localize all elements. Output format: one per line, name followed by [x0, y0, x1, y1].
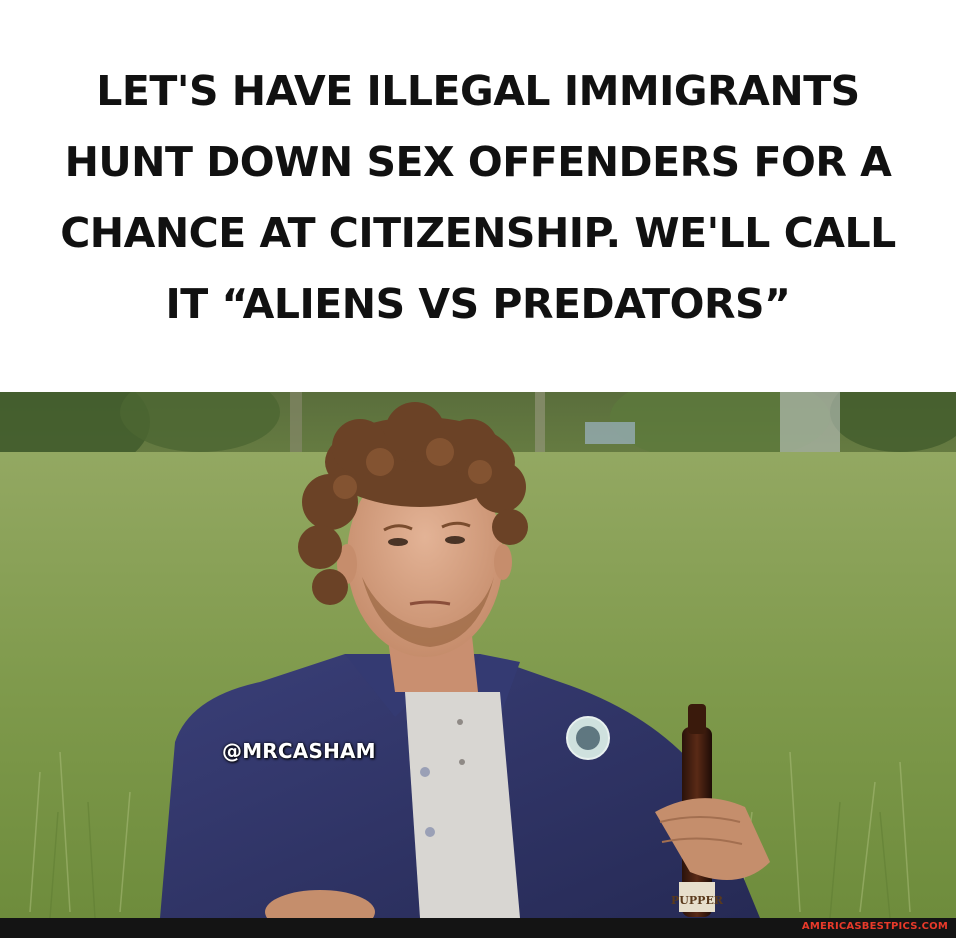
caption-line-1: LET'S HAVE ILLEGAL IMMIGRANTS — [96, 67, 860, 115]
bottle-label: PUPPER — [671, 894, 724, 907]
meme-caption: LET'S HAVE ILLEGAL IMMIGRANTS HUNT DOWN … — [0, 0, 956, 392]
caption-line-2: HUNT DOWN SEX OFFENDERS FOR A — [64, 138, 892, 186]
photo-illustration: PUPPER — [0, 392, 956, 918]
site-watermark[interactable]: AMERICASBESTPICS.COM — [802, 921, 948, 932]
caption-line-3: CHANCE AT CITIZENSHIP. WE'LL CALL — [60, 209, 896, 257]
footer-bar: AMERICASBESTPICS.COM — [0, 918, 956, 938]
caption-line-4: IT “ALIENS VS PREDATORS” — [165, 280, 791, 328]
watermark-handle: @MRCASHAM — [222, 739, 376, 763]
meme-photo: PUPPER — [0, 392, 956, 918]
